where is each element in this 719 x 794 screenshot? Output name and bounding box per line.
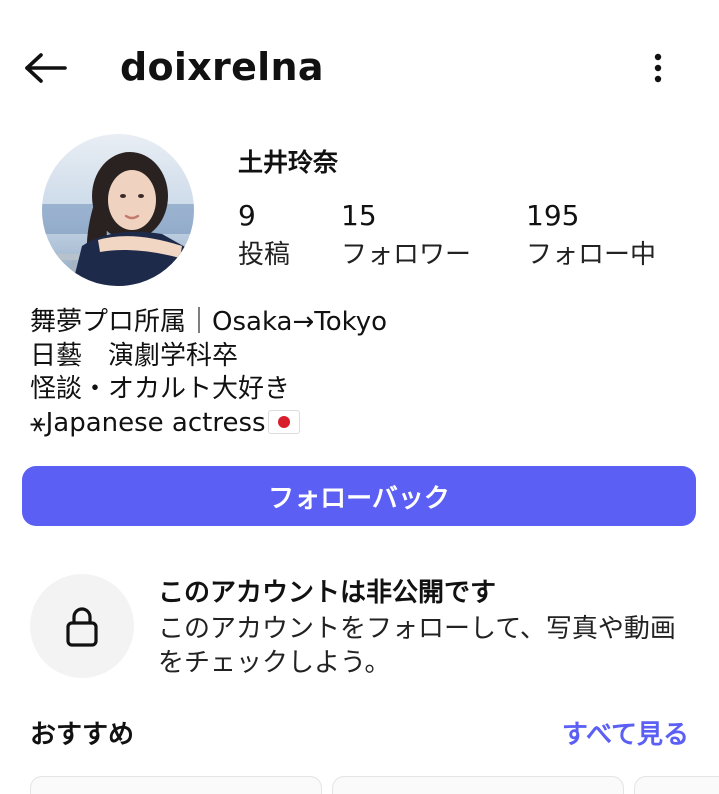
top-bar: doixrelna	[0, 0, 719, 130]
suggested-account-card[interactable]	[332, 776, 624, 794]
avatar[interactable]	[42, 134, 194, 286]
arrow-left-icon	[25, 53, 67, 83]
japan-flag-icon	[267, 409, 300, 434]
followers-count: 15	[341, 199, 377, 232]
profile-username: doixrelna	[120, 45, 324, 89]
followers-stat[interactable]: 15 フォロワー	[341, 198, 471, 272]
posts-count: 9	[238, 199, 256, 232]
private-account-description: このアカウントをフォローして、写真や動画をチェックしよう。	[158, 614, 676, 678]
back-button[interactable]	[18, 44, 72, 92]
following-stat[interactable]: 195 フォロー中	[526, 198, 656, 272]
following-label: フォロー中	[526, 240, 657, 270]
follow-back-button[interactable]: フォローバック	[22, 466, 696, 526]
followers-label: フォロワー	[341, 240, 472, 270]
see-all-link[interactable]: すべて見る	[562, 718, 689, 752]
bio-line: 怪談・オカルト大好き	[30, 374, 291, 404]
posts-stat: 9 投稿	[238, 198, 290, 272]
more-options-button[interactable]	[636, 44, 680, 92]
profile-display-name: 土井玲奈	[238, 148, 339, 177]
private-account-title: このアカウントは非公開です	[158, 578, 497, 608]
profile-bio: 舞夢プロ所属｜Osaka→Tokyo 日藝 演劇学科卒 怪談・オカルト大好き ⚹…	[30, 306, 690, 440]
suggestions-title: おすすめ	[30, 720, 135, 750]
vertical-dots-icon	[654, 53, 662, 83]
lock-icon	[66, 607, 98, 647]
bio-line: 舞夢プロ所属｜Osaka→Tokyo	[30, 307, 388, 337]
suggested-account-card[interactable]	[634, 776, 719, 794]
following-count: 195	[526, 199, 580, 232]
profile-screen: doixrelna 土井玲奈 9 投稿 15 フォロワー 195 フォロー中 舞…	[0, 0, 719, 794]
bio-line: 日藝 演劇学科卒	[30, 340, 239, 371]
bio-line: ⚹Japanese actress	[30, 407, 266, 438]
bio-line-with-flag: ⚹Japanese actress	[30, 407, 690, 441]
private-lock-badge	[30, 574, 134, 678]
suggested-account-card[interactable]	[30, 776, 322, 794]
posts-label: 投稿	[238, 240, 291, 270]
